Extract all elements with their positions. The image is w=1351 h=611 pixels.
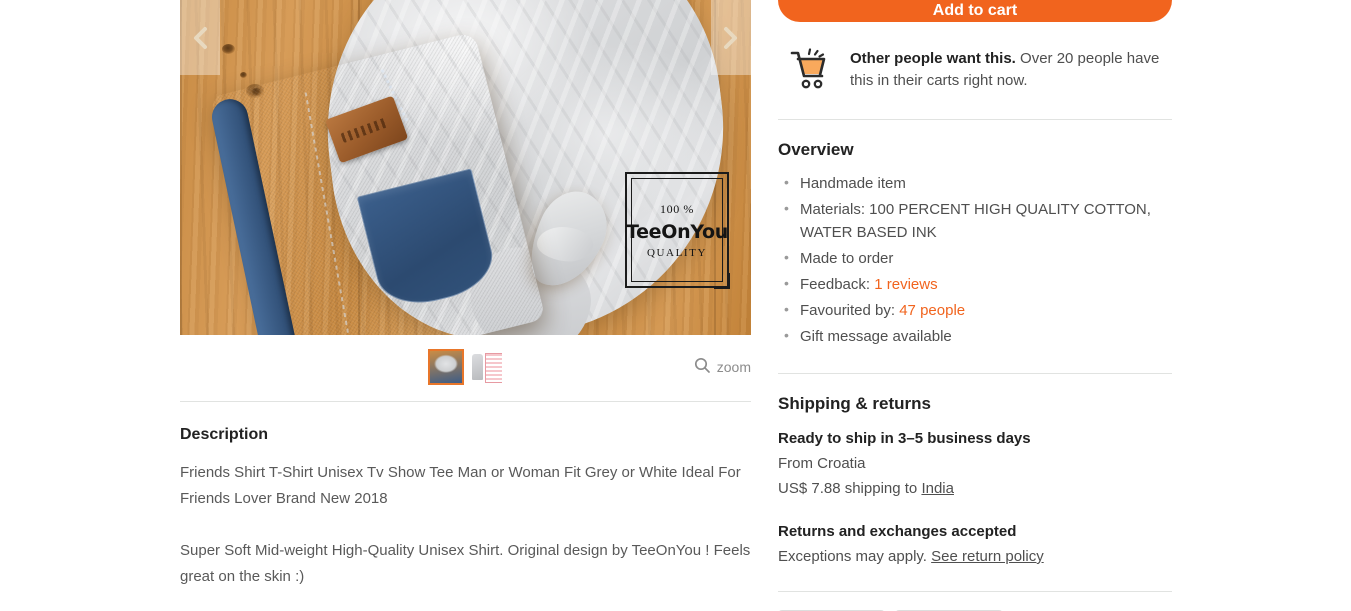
returns-exceptions: Exceptions may apply. See return policy [778,544,1172,569]
magnifier-icon [694,357,711,377]
overview-list: Handmade item Materials: 100 PERCENT HIG… [778,171,1172,348]
urgency-headline: Other people want this. [850,50,1016,67]
right-column: Add to cart Other people want this. Over… [778,0,1172,611]
ships-from: From Croatia [778,455,866,472]
description-section: Description Friends Shirt T-Shirt Unisex… [180,402,751,590]
overview-title: Overview [778,140,854,159]
favourited-by-link[interactable]: 47 people [899,302,965,319]
overview-item: Handmade item [778,171,1172,195]
reviews-link[interactable]: 1 reviews [874,276,937,293]
overview-item-text: Made to order [800,250,894,267]
zoom-button[interactable]: zoom [694,357,751,377]
description-title: Description [180,426,269,443]
stamp-percent: 100 % [660,201,694,216]
add-to-cart-button[interactable]: Add to cart [778,0,1172,22]
shipping-cost-prefix: US$ 7.88 shipping to [778,480,922,497]
chevron-right-icon [723,26,739,50]
overview-item: Favourited by: 47 people [778,298,1172,322]
product-photo-thumbnail[interactable] [427,349,464,385]
size-chart-thumbnail[interactable] [469,351,502,383]
returns-title: Returns and exchanges accepted [778,523,1017,540]
urgency-text: Other people want this. Over 20 people h… [850,48,1172,92]
overview-item-text: Favourited by: [800,302,900,319]
overview-item: Made to order [778,246,1172,270]
shipping-section: Shipping & returns Ready to ship in 3–5 … [778,374,1172,591]
shopping-cart-icon [790,48,834,95]
ready-to-ship: Ready to ship in 3–5 business days [778,430,1031,447]
description-paragraph-2: Super Soft Mid-weight High-Quality Unise… [180,542,751,585]
action-buttons: Favourite Add to [778,592,1172,611]
shipping-country-link[interactable]: India [921,480,954,497]
shipping-title: Shipping & returns [778,394,931,413]
next-image-button[interactable] [711,0,751,75]
thumbnail-row: zoom [180,341,751,393]
wood-knot [240,72,247,78]
return-policy-link[interactable]: See return policy [931,548,1044,565]
stamp-quality: QUALITY [646,246,708,259]
shipping-cost: US$ 7.88 shipping to India [778,476,1172,501]
description-paragraph-1: Friends Shirt T-Shirt Unisex Tv Show Tee… [180,464,741,507]
overview-item-text: Feedback: [800,276,875,293]
zoom-label: zoom [716,359,751,375]
overview-item: Feedback: 1 reviews [778,272,1172,296]
urgency-message: Other people want this. Over 20 people h… [778,22,1172,119]
chevron-left-icon [192,26,208,50]
overview-item: Materials: 100 PERCENT HIGH QUALITY COTT… [778,197,1172,244]
overview-item-text: Gift message available [800,328,952,345]
exceptions-text: Exceptions may apply. [778,548,932,565]
overview-item-text: Materials: 100 PERCENT HIGH QUALITY COTT… [800,201,1151,241]
wood-knot [222,44,235,54]
overview-item-text: Handmade item [800,175,906,192]
product-image-main[interactable]: 100 % TeeOnYou QUALITY [180,0,751,335]
teeonyou-quality-stamp: 100 % TeeOnYou QUALITY [624,171,730,289]
overview-section: Overview Handmade item Materials: 100 PE… [778,120,1172,373]
left-column: 100 % TeeOnYou QUALITY zoom Description … [180,0,751,611]
previous-image-button[interactable] [180,0,220,75]
product-page: 100 % TeeOnYou QUALITY zoom Description … [0,0,1351,611]
stamp-brand: TeeOnYou [625,220,729,243]
overview-item: Gift message available [778,324,1172,348]
thumbnail-list [427,349,502,385]
